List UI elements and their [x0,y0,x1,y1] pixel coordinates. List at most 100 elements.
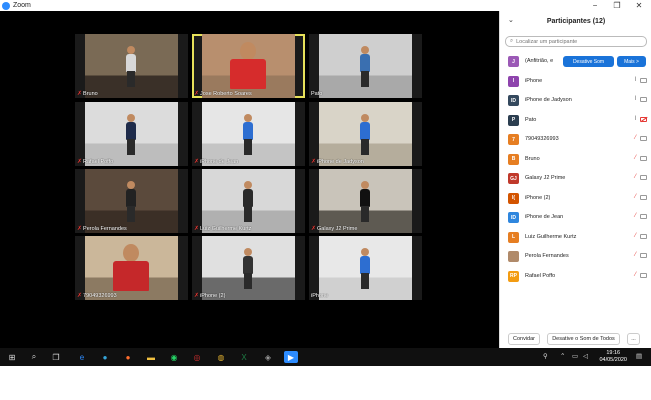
participant-figure [355,248,375,290]
participant-figure [121,46,141,88]
screen: Zoom − ❐ ✕ ✗ Bruno ✗ Jose Roberto Soares Pat… [0,0,651,400]
avatar: I [508,75,519,87]
video-tile[interactable]: ✗ iPhone de Jadyson [309,102,422,166]
minimize-button[interactable]: − [585,0,605,11]
network-icon[interactable]: ▭ [572,352,578,360]
person-icon[interactable]: ⚲ [543,352,548,360]
camera-icon [640,155,647,161]
title-bar: Zoom − ❐ ✕ [0,0,651,11]
file-explorer-icon[interactable]: ▬ [145,351,157,363]
video-tile[interactable]: ✗ 79049326993 [75,236,188,300]
participant-row[interactable]: P Pato ǀ [500,111,651,131]
mute-participant-button[interactable]: Desative Som [563,56,614,67]
video-tile[interactable]: ✗ Jose Roberto Soares [192,34,305,98]
avatar: P [508,114,519,126]
close-button[interactable]: ✕ [629,0,649,11]
tile-name-label: ✗ iPhone de Jadyson [311,158,364,166]
clock[interactable]: 19:16 04/05/2020 [599,350,627,364]
video-tile[interactable]: ✗ Perola Fernandes [75,169,188,233]
video-tile[interactable]: ✗ Rafael Poffo [75,102,188,166]
participant-figure [228,42,268,89]
more-options-button[interactable]: ... [627,333,640,345]
chrome-icon[interactable]: ◍ [215,351,227,363]
tile-name-label: Pato [311,91,322,97]
chevron-up-icon[interactable]: ⌃ [560,352,565,360]
participant-name: Perola Fernandes [525,253,569,259]
participant-name: Luiz Guilherme Kurtz [525,233,577,240]
browser-icon[interactable]: ● [99,351,111,363]
tile-name-text: Rafael Poffo [83,158,114,165]
muted-mic-icon: ⁄ [634,154,636,161]
muted-mic-icon: ⁄ [634,213,636,219]
participant-row[interactable]: IiPhone ǀ [500,72,651,92]
participant-row[interactable]: GJ Galaxy J2 Prime ⁄ [500,169,651,189]
participants-panel: ⌄ Participantes (12) ⌕ J (Anfitrião, e Des… [499,11,651,348]
tile-name-text: Pato [311,91,323,97]
task-view-icon[interactable]: ❐ [50,351,62,363]
participant-row[interactable]: I(iPhone (2) ⁄ [500,189,651,209]
tile-name-text: 79049326993 [83,292,117,299]
invite-button[interactable]: Convidar [508,333,540,345]
participant-row[interactable]: B Bruno ⁄ [500,150,651,170]
participant-list: J (Anfitrião, e Desative Som Mais > IiPhone ǀ… [500,52,651,286]
avatar: ID [508,212,519,223]
firefox-icon[interactable]: ● [122,351,134,363]
avatar: 7 [508,134,519,145]
participant-name: iPhone [525,77,543,84]
zoom-taskbar-icon[interactable]: ▶ [284,351,298,363]
video-tile[interactable]: ✗ iPhone de Jean [192,102,305,166]
muted-mic-icon: ✗ [194,226,200,232]
camera-icon [640,97,647,102]
clock-time: 19:16 [606,350,621,356]
participant-row[interactable]: ID iPhone de Jadyson ǀ [500,91,651,111]
volume-icon[interactable]: ◁ [583,352,588,360]
windows-start-icon[interactable]: ⊞ [6,351,18,363]
avatar: J [508,56,519,67]
tile-name-label: ✗ Galaxy J2 Prime [311,225,357,233]
participant-name: Bruno [525,155,540,162]
participant-row[interactable]: RP Rafael Poffo ⁄ [500,267,651,287]
tile-name-text: iPhone [311,293,329,299]
participant-row[interactable]: Perola Fernandes ⁄ [500,247,651,267]
excel-icon[interactable]: X [238,351,250,363]
muted-mic-icon: ⁄ [634,232,636,239]
search-input[interactable] [516,38,637,45]
tile-name-label: ✗ Jose Roberto Soares [194,90,252,98]
muted-mic-icon: ⁄ [634,174,636,180]
restore-button[interactable]: ❐ [607,0,627,11]
participant-row[interactable]: ID iPhone de Jean ⁄ [500,208,651,228]
participant-name: Rafael Poffo [525,272,556,279]
participant-search[interactable]: ⌕ [505,36,647,47]
video-tile[interactable]: ✗ Luiz Guilherme Kurtz [192,169,305,233]
muted-mic-icon: ⁄ [634,252,636,258]
video-tile[interactable]: ✗ Bruno [75,34,188,98]
edge-icon[interactable]: e [76,351,88,363]
video-tile[interactable]: ✗ Galaxy J2 Prime [309,169,422,233]
participant-figure [238,114,258,156]
participant-name: 79049326993 [525,136,559,142]
app-icon[interactable]: ◈ [262,351,274,363]
camera-off-icon [640,116,647,122]
participant-row[interactable]: J (Anfitrião, e Desative Som Mais > [500,52,651,72]
clock-date: 04/05/2020 [599,357,627,363]
muted-mic-icon: ✗ [194,293,200,299]
notifications-icon[interactable]: ▤ [636,352,642,360]
whatsapp-icon[interactable]: ◉ [168,351,180,363]
search-icon[interactable]: ⌕ [28,351,40,363]
avatar [508,251,519,262]
more-participant-button[interactable]: Mais > [617,56,646,67]
participant-figure [121,181,141,223]
mute-all-button[interactable]: Desative o Som de Todos [547,333,620,345]
video-tile[interactable]: ✗ iPhone (2) [192,236,305,300]
muted-mic-icon: ✗ [194,159,200,165]
participant-figure [355,114,375,156]
zoom-logo-icon [2,1,10,10]
chevron-down-icon[interactable]: ⌄ [508,16,514,24]
tile-name-text: Bruno [83,90,98,97]
video-tile[interactable]: iPhone [309,236,422,300]
avatar: L [508,231,519,243]
participant-row[interactable]: L Luiz Guilherme Kurtz ⁄ [500,228,651,248]
participant-row[interactable]: 7 79049326993 ⁄ [500,130,651,150]
opera-icon[interactable]: ◎ [191,351,203,363]
video-tile[interactable]: Pato [309,34,422,98]
